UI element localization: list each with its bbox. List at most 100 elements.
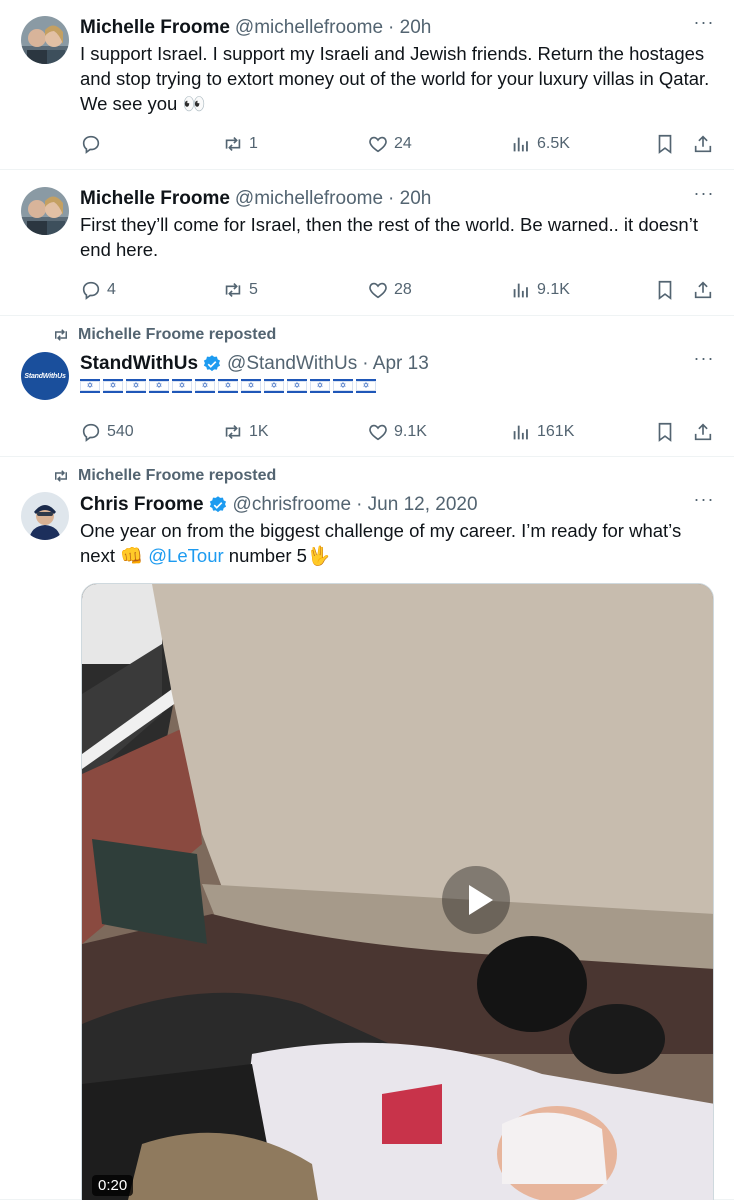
bookmark-icon: [658, 280, 672, 300]
israel-flag-icon: [264, 379, 284, 393]
timestamp[interactable]: · Jun 12, 2020: [356, 494, 477, 516]
like-button[interactable]: 9.1K: [367, 421, 427, 443]
author-name[interactable]: Michelle Froome: [80, 188, 230, 210]
reply-button[interactable]: 540: [80, 421, 134, 443]
repost-icon: [55, 470, 67, 482]
israel-flag-icon: [218, 379, 238, 393]
israel-flag-icon: [333, 379, 353, 393]
israel-flag-icon: [287, 379, 307, 393]
tweet[interactable]: Michelle Froome @michellefroome · 20h ··…: [0, 170, 734, 316]
israel-flag-icon: [195, 379, 215, 393]
repost-context-label: Michelle Froome reposted: [78, 467, 277, 484]
author-name[interactable]: Chris Froome: [80, 494, 204, 516]
like-count: 9.1K: [394, 423, 427, 440]
avatar[interactable]: StandWithUs: [21, 352, 69, 400]
timestamp[interactable]: · Apr 13: [362, 353, 429, 375]
israel-flag-emojis: [80, 379, 720, 393]
repost-button[interactable]: 5: [222, 279, 258, 301]
verified-icon: [203, 355, 221, 372]
play-icon[interactable]: [442, 866, 510, 934]
share-button[interactable]: [692, 421, 714, 443]
bookmark-button[interactable]: [654, 279, 676, 301]
avatar-logo-text: StandWithUs: [24, 372, 66, 380]
views-icon: [513, 283, 528, 298]
like-button[interactable]: 28: [367, 279, 412, 301]
views-count: 6.5K: [537, 135, 570, 152]
repost-icon: [225, 136, 241, 152]
more-icon[interactable]: ···: [692, 13, 716, 39]
action-bar: 4 5 28 9.1K: [80, 277, 714, 303]
views-icon: [513, 425, 528, 440]
avatar[interactable]: [21, 187, 69, 235]
share-icon: [694, 423, 712, 441]
mention-link[interactable]: @LeTour: [148, 545, 223, 566]
author-name[interactable]: StandWithUs: [80, 353, 198, 375]
share-icon: [694, 135, 712, 153]
timestamp[interactable]: · 20h: [388, 17, 431, 39]
views-count: 9.1K: [537, 281, 570, 298]
bookmark-icon: [658, 134, 672, 154]
like-count: 24: [394, 135, 412, 152]
views-count: 161K: [537, 423, 575, 440]
reply-button[interactable]: 4: [80, 279, 116, 301]
video-duration: 0:20: [92, 1175, 134, 1196]
israel-flag-icon: [356, 379, 376, 393]
repost-count: 1: [249, 135, 258, 152]
reply-icon: [82, 281, 100, 300]
tweet-text: First they’ll come for Israel, then the …: [80, 214, 698, 260]
israel-flag-icon: [149, 379, 169, 393]
israel-flag-icon: [310, 379, 330, 393]
views-icon: [513, 137, 528, 152]
israel-flag-icon: [103, 379, 123, 393]
views-button[interactable]: 9.1K: [510, 279, 570, 301]
repost-icon: [225, 282, 241, 298]
share-button[interactable]: [692, 279, 714, 301]
video-thumbnail: [82, 584, 713, 1200]
tweet-text: One year on from the biggest challenge o…: [80, 518, 720, 568]
repost-button[interactable]: 1K: [222, 421, 269, 443]
avatar[interactable]: [21, 16, 69, 64]
author-name[interactable]: Michelle Froome: [80, 17, 230, 39]
timestamp[interactable]: · 20h: [388, 188, 431, 210]
author-handle[interactable]: @michellefroome: [235, 188, 383, 210]
author-handle[interactable]: @michellefroome: [235, 17, 383, 39]
repost-context[interactable]: Michelle Froome reposted: [52, 467, 276, 485]
repost-context[interactable]: Michelle Froome reposted: [52, 326, 276, 344]
views-button[interactable]: 6.5K: [510, 133, 570, 155]
reply-button[interactable]: [80, 133, 107, 155]
israel-flag-icon: [241, 379, 261, 393]
action-bar: 540 1K 9.1K 161K: [80, 419, 714, 445]
like-count: 28: [394, 281, 412, 298]
israel-flag-icon: [80, 379, 100, 393]
avatar[interactable]: [21, 492, 69, 540]
like-icon: [369, 136, 387, 153]
israel-flag-icon: [126, 379, 146, 393]
repost-button[interactable]: 1: [222, 133, 258, 155]
tweet[interactable]: Michelle Froome reposted StandWithUs Sta…: [0, 316, 734, 457]
tweet-text: I support Israel. I support my Israeli a…: [80, 43, 710, 114]
like-icon: [369, 424, 387, 441]
bookmark-button[interactable]: [654, 133, 676, 155]
more-icon[interactable]: ···: [692, 490, 716, 516]
reply-count: 4: [107, 281, 116, 298]
more-icon[interactable]: ···: [692, 349, 716, 375]
views-button[interactable]: 161K: [510, 421, 574, 443]
repost-count: 1K: [249, 423, 269, 440]
more-icon[interactable]: ···: [692, 184, 716, 210]
repost-icon: [225, 424, 241, 440]
like-icon: [369, 282, 387, 299]
reply-icon: [82, 135, 100, 154]
tweet[interactable]: Michelle Froome @michellefroome · 20h ··…: [0, 0, 734, 170]
repost-icon: [55, 329, 67, 341]
video-player[interactable]: 0:20: [81, 583, 714, 1200]
author-handle[interactable]: @StandWithUs: [227, 353, 357, 375]
reply-icon: [82, 423, 100, 442]
reply-count: 540: [107, 423, 134, 440]
share-button[interactable]: [692, 133, 714, 155]
bookmark-icon: [658, 422, 672, 442]
israel-flag-icon: [172, 379, 192, 393]
author-handle[interactable]: @chrisfroome: [233, 494, 352, 516]
bookmark-button[interactable]: [654, 421, 676, 443]
like-button[interactable]: 24: [367, 133, 412, 155]
verified-icon: [209, 496, 226, 513]
